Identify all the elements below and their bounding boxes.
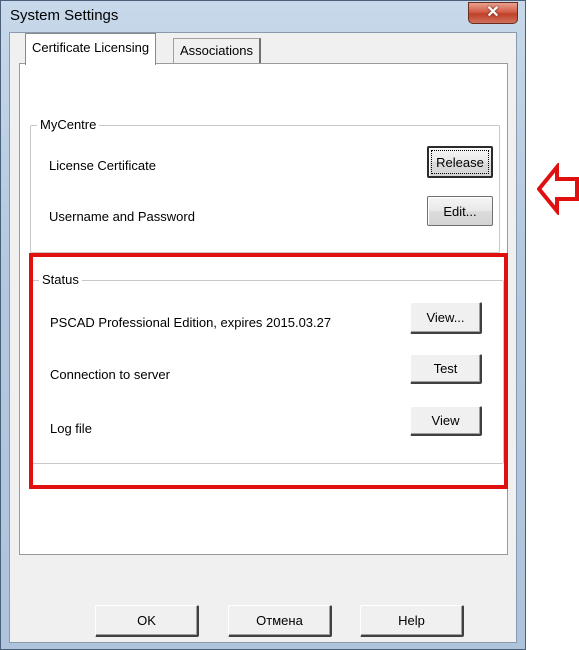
mycentre-group: MyCentre License Certificate Release Use… — [30, 117, 500, 253]
license-edition-label: PSCAD Professional Edition, expires 2015… — [50, 315, 332, 330]
cancel-button[interactable]: Отмена — [228, 605, 332, 637]
window-title: System Settings — [10, 7, 119, 24]
help-button[interactable]: Help — [360, 605, 464, 637]
ok-button[interactable]: OK — [95, 605, 199, 637]
certificate-licensing-panel: MyCentre License Certificate Release Use… — [19, 63, 508, 555]
edit-credentials-button[interactable]: Edit... — [427, 196, 493, 226]
tab-associations[interactable]: Associations — [173, 38, 261, 64]
view-log-button[interactable]: View — [410, 406, 482, 436]
release-button[interactable]: Release — [427, 146, 493, 178]
log-file-label: Log file — [50, 421, 92, 436]
mycentre-group-title: MyCentre — [37, 117, 100, 133]
username-password-label: Username and Password — [49, 209, 195, 224]
status-group: Status PSCAD Professional Edition, expir… — [32, 272, 504, 464]
tab-label: Certificate Licensing — [32, 40, 150, 55]
left-arrow-icon — [537, 163, 579, 215]
tab-label: Associations — [180, 43, 253, 58]
view-license-button[interactable]: View... — [410, 302, 482, 334]
tab-certificate-licensing[interactable]: Certificate Licensing — [25, 33, 157, 65]
status-group-title: Status — [39, 272, 82, 288]
title-bar[interactable]: System Settings ✕ — [1, 1, 525, 33]
connection-server-label: Connection to server — [50, 367, 170, 382]
test-connection-button[interactable]: Test — [410, 354, 482, 384]
license-certificate-label: License Certificate — [49, 158, 156, 173]
close-button[interactable]: ✕ — [468, 2, 518, 24]
close-icon: ✕ — [486, 4, 500, 21]
